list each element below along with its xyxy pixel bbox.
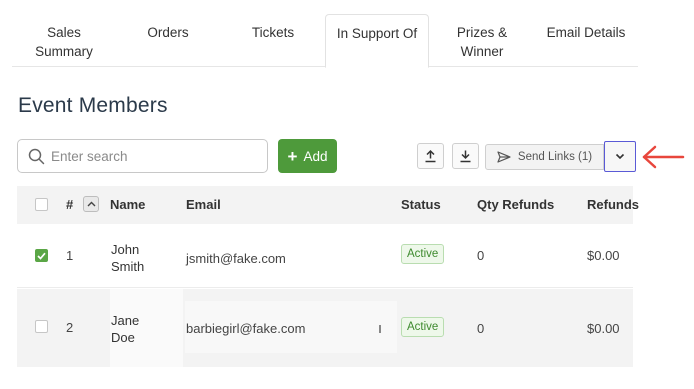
refunds-amount: $0.00 [587, 248, 620, 263]
member-email: jsmith@fake.com [186, 251, 286, 266]
member-name: Jane Doe [111, 312, 139, 346]
column-header-number: # [66, 197, 74, 212]
tab-label: Orders [147, 25, 189, 40]
paper-plane-icon [497, 151, 511, 163]
column-header-name[interactable]: Name [110, 197, 145, 212]
add-button-label: Add [303, 148, 328, 164]
tab-prizes-winner[interactable]: Prizes & Winner [440, 14, 524, 67]
column-header-status[interactable]: Status [401, 197, 441, 212]
tab-label: In Support Of [336, 26, 418, 41]
status-badge: Active [401, 317, 445, 337]
tab-label-line1: Prizes & [456, 25, 508, 40]
row-checkbox[interactable] [35, 320, 48, 333]
column-header-refunds[interactable]: Refunds [587, 197, 639, 212]
tab-label-line1: Sales [47, 25, 81, 40]
column-header-email[interactable]: Email [186, 197, 221, 212]
refunds-amount: $0.00 [587, 321, 620, 336]
member-name: John Smith [111, 241, 144, 275]
search-box[interactable] [17, 139, 268, 173]
row-number: 2 [66, 320, 74, 335]
send-links-button[interactable]: Send Links (1) [485, 144, 604, 170]
member-first-name: John [111, 242, 140, 257]
add-button[interactable]: + Add [278, 139, 337, 173]
tab-label-line2: Winner [460, 44, 504, 59]
download-button[interactable] [452, 143, 479, 169]
search-input[interactable] [51, 148, 251, 164]
page-title: Event Members [18, 94, 168, 117]
download-icon [460, 150, 471, 163]
member-last-name: Doe [111, 330, 135, 345]
tab-tickets[interactable]: Tickets [228, 14, 318, 67]
qty-refunds: 0 [477, 321, 485, 336]
upload-button[interactable] [417, 143, 444, 169]
check-icon [37, 252, 46, 260]
tab-label: Email Details [546, 25, 626, 40]
tab-bar: Sales Summary Orders Tickets In Support … [12, 14, 638, 68]
qty-refunds: 0 [477, 248, 485, 263]
send-links-label: Send Links (1) [517, 151, 593, 163]
select-all-checkbox[interactable] [35, 198, 48, 211]
table-row[interactable]: 1 John Smith jsmith@fake.com Active 0 $0… [17, 224, 633, 288]
tab-label: Tickets [251, 25, 295, 40]
plus-icon: + [287, 146, 298, 166]
table-header: # Name Email Status Qty Refunds Refunds [17, 186, 639, 224]
member-first-name: Jane [111, 313, 140, 328]
tab-email-details[interactable]: Email Details [540, 14, 632, 67]
row-checkbox-checked[interactable] [35, 249, 48, 262]
row-number: 1 [66, 248, 74, 263]
tab-sales-summary[interactable]: Sales Summary [12, 14, 116, 67]
upload-icon [425, 149, 436, 163]
send-links-dropdown-button[interactable] [604, 141, 636, 172]
chevron-down-icon [615, 153, 625, 160]
tab-in-support-of[interactable]: In Support Of [325, 14, 429, 68]
sort-button[interactable] [83, 196, 99, 212]
member-email: barbiegirl@fake.com [186, 321, 306, 336]
member-last-name: Smith [111, 259, 145, 274]
annotation-arrow-icon [642, 145, 685, 169]
search-icon [28, 148, 45, 164]
status-badge: Active [401, 244, 445, 264]
chevron-up-icon [87, 201, 95, 207]
tab-orders[interactable]: Orders [124, 14, 212, 67]
column-header-qty-refunds[interactable]: Qty Refunds [477, 197, 554, 212]
table-row[interactable]: 2 Jane Doe barbiegirl@fake.com Active 0 … [17, 289, 633, 367]
tab-label-line2: Summary [35, 44, 93, 59]
